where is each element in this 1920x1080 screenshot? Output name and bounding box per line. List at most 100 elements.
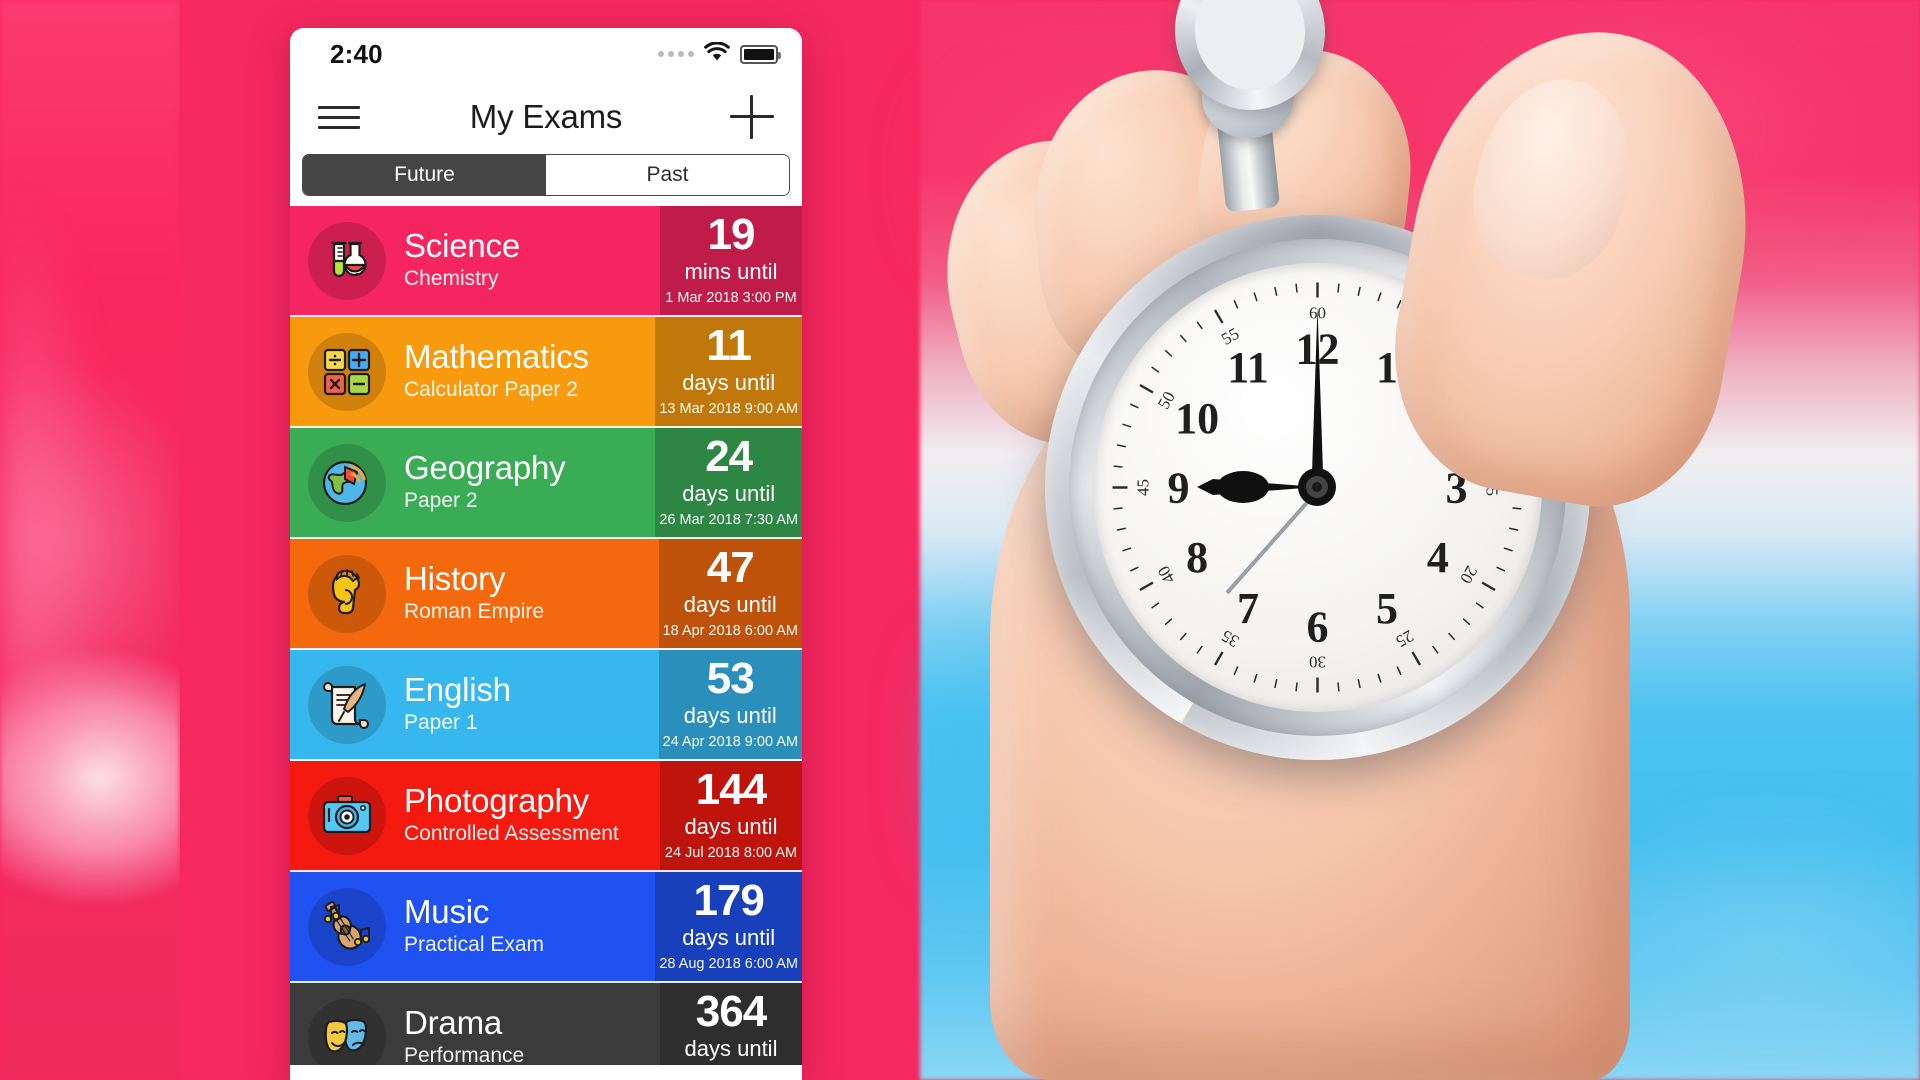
segmented-control-container: Future Past [290, 154, 802, 206]
status-bar-time: 2:40 [330, 38, 383, 69]
calculator-keys-icon [308, 332, 386, 411]
exam-count: 24 [705, 431, 753, 481]
exam-datetime: 26 Mar 2018 7:30 AM [659, 512, 798, 529]
exam-unit: days until [683, 702, 777, 728]
exam-countdown: 364 days until 1 Mar 2019 9:00 AM [660, 983, 802, 1065]
exam-count: 19 [707, 209, 756, 259]
exam-unit: mins until [684, 258, 778, 284]
exam-row[interactable]: Science Chemistry 19 mins until 1 Mar 20… [290, 206, 802, 317]
exam-row-main[interactable]: Photography Controlled Assessment [290, 761, 660, 870]
camera-icon [308, 776, 386, 855]
exam-row-main[interactable]: Mathematics Calculator Paper 2 [290, 317, 655, 426]
exam-paper: Paper 1 [404, 711, 478, 735]
svg-text:9: 9 [1168, 464, 1190, 513]
status-bar-indicators [658, 28, 781, 80]
wifi-icon [704, 40, 730, 67]
hour-hand-bulge [1217, 471, 1269, 503]
exam-countdown: 19 mins until 1 Mar 2018 3:00 PM [660, 206, 802, 315]
roman-helmet-icon [308, 554, 386, 633]
svg-text:45: 45 [1134, 479, 1153, 496]
exam-datetime: 24 Jul 2018 8:00 AM [664, 845, 798, 862]
exam-row-text: Drama Performance [404, 1003, 525, 1065]
exam-row-main[interactable]: Drama Performance [290, 983, 660, 1065]
exam-row-text: History Roman Empire [404, 559, 545, 626]
exam-subject: Drama [404, 1003, 503, 1041]
exam-row-main[interactable]: Music Practical Exam [290, 872, 655, 981]
exam-unit: days until [682, 480, 776, 506]
tab-future[interactable]: Future [303, 155, 546, 195]
exam-unit: days until [684, 1035, 778, 1061]
exam-unit: days until [684, 813, 778, 839]
exam-row[interactable]: History Roman Empire 47 days until 18 Ap… [290, 539, 802, 650]
exam-row-main[interactable]: English Paper 1 [290, 650, 659, 759]
exam-countdown: 144 days until 24 Jul 2018 8:00 AM [660, 761, 802, 870]
exam-count: 144 [695, 764, 767, 814]
exam-datetime: 18 Apr 2018 6:00 AM [662, 623, 798, 640]
exam-subject: English [404, 670, 511, 708]
exam-subject: Mathematics [404, 337, 589, 375]
second-hand [1225, 487, 1321, 595]
exam-countdown: 47 days until 18 Apr 2018 6:00 AM [658, 539, 802, 648]
page-title: My Exams [469, 98, 623, 135]
exam-unit: days until [683, 591, 777, 617]
exam-row[interactable]: Mathematics Calculator Paper 2 11 days u… [290, 317, 802, 428]
svg-text:10: 10 [1175, 394, 1219, 443]
exam-datetime: 1 Mar 2018 3:00 PM [665, 290, 797, 307]
exam-datetime: 28 Aug 2018 6:00 AM [659, 956, 798, 973]
exam-subject: Science [404, 226, 521, 264]
exam-unit: days until [682, 369, 776, 395]
exam-datetime: 13 Mar 2018 9:00 AM [659, 401, 798, 418]
guitar-notes-icon [308, 887, 386, 966]
hamburger-menu-icon[interactable] [318, 105, 360, 129]
exam-paper: Calculator Paper 2 [404, 378, 578, 402]
list-bottom-edge [290, 1064, 802, 1080]
exam-paper: Performance [404, 1044, 525, 1065]
navigation-bar: My Exams [290, 80, 802, 154]
exam-row-text: Mathematics Calculator Paper 2 [404, 337, 589, 404]
screenshot-stage: 60510152025303540455055 121234567891011 [0, 0, 1920, 1080]
svg-text:5: 5 [1376, 584, 1398, 633]
svg-text:11: 11 [1227, 343, 1269, 392]
exam-paper: Chemistry [404, 267, 499, 291]
exam-subject: History [404, 559, 506, 597]
exam-count: 11 [706, 320, 752, 370]
exam-paper: Roman Empire [404, 600, 545, 624]
exam-subject: Music [404, 892, 490, 930]
tab-past[interactable]: Past [546, 155, 789, 195]
svg-text:30: 30 [1309, 653, 1326, 672]
test-tubes-icon [308, 221, 386, 300]
theatre-masks-icon [308, 998, 386, 1065]
scroll-quill-icon [308, 665, 386, 744]
exam-row[interactable]: Drama Performance 364 days until 1 Mar 2… [290, 983, 802, 1065]
exam-list[interactable]: Science Chemistry 19 mins until 1 Mar 20… [290, 206, 802, 1065]
exam-row-text: Science Chemistry [404, 226, 521, 293]
exam-countdown: 53 days until 24 Apr 2018 9:00 AM [658, 650, 802, 759]
svg-text:8: 8 [1186, 533, 1208, 582]
exam-row-text: Photography Controlled Assessment [404, 781, 619, 848]
exam-row-text: Music Practical Exam [404, 892, 545, 959]
exam-subject: Geography [404, 448, 566, 486]
exam-count: 179 [693, 875, 764, 925]
segmented-control[interactable]: Future Past [302, 154, 790, 196]
exam-paper: Practical Exam [404, 933, 545, 957]
exam-paper: Paper 2 [404, 489, 478, 513]
exam-row[interactable]: Music Practical Exam 179 days until 28 A… [290, 872, 802, 983]
exam-row[interactable]: Geography Paper 2 24 days until 26 Mar 2… [290, 428, 802, 539]
exam-paper: Controlled Assessment [404, 822, 619, 846]
exam-countdown: 24 days until 26 Mar 2018 7:30 AM [655, 428, 802, 537]
exam-row[interactable]: English Paper 1 53 days until 24 Apr 201… [290, 650, 802, 761]
exam-row-text: English Paper 1 [404, 670, 511, 737]
plus-icon[interactable] [730, 95, 774, 139]
exam-subject: Photography [404, 781, 589, 819]
exam-countdown: 179 days until 28 Aug 2018 6:00 AM [655, 872, 802, 981]
exam-datetime: 24 Apr 2018 9:00 AM [662, 734, 798, 751]
exam-count: 364 [695, 986, 767, 1036]
svg-text:20: 20 [1456, 563, 1481, 587]
exam-row-main[interactable]: Science Chemistry [290, 206, 660, 315]
hand-holding-stopwatch-photo: 60510152025303540455055 121234567891011 [917, 0, 1920, 1080]
exam-row[interactable]: Photography Controlled Assessment 144 da… [290, 761, 802, 872]
battery-full-icon [740, 44, 781, 64]
status-bar: 2:40 [290, 28, 802, 80]
exam-row-main[interactable]: Geography Paper 2 [290, 428, 655, 537]
exam-row-main[interactable]: History Roman Empire [290, 539, 659, 648]
